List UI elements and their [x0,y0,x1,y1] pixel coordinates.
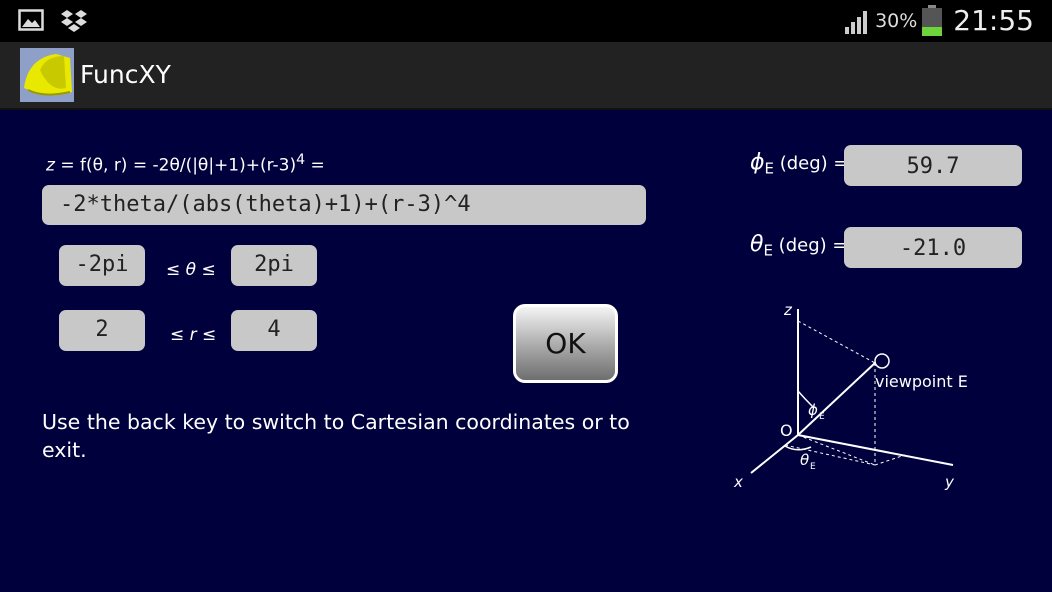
theta-unit: (deg) = [772,235,848,256]
phi-e-input[interactable]: 59.7 [844,145,1022,186]
status-bar: 30% 21:55 [0,0,1052,42]
origin-label: O [780,421,793,440]
formula-label-body: = f(θ, r) = -2θ/(|θ|+1)+(r-3) [54,155,297,176]
r-range-label: ≤ r ≤ [170,325,217,345]
signal-icon [845,10,868,34]
app-title: FuncXY [80,60,171,89]
phi-sub-label: E [819,412,825,422]
theta-symbol: θ [750,232,764,257]
phi-label: ϕ [808,401,818,419]
battery-icon [922,4,943,36]
theta-range-label: ≤ θ ≤ [166,260,216,280]
y-axis-label: y [944,473,955,491]
formula-label-tail: = [305,155,325,176]
theta-max-input[interactable]: 2pi [231,245,317,286]
r-max-input[interactable]: 4 [231,310,317,351]
theta-sub-label: E [810,462,816,472]
phi-unit: (deg) = [774,153,849,174]
theta-subscript: E [763,241,773,260]
formula-label: z = f(θ, r) = -2θ/(|θ|+1)+(r-3)4 = [46,152,325,176]
viewpoint-marker-icon [874,353,890,369]
instructions-text: Use the back key to switch to Cartesian … [42,410,630,462]
main-content: z = f(θ, r) = -2θ/(|θ|+1)+(r-3)4 = -2*th… [0,110,1052,592]
theta-label: θ [800,451,809,469]
battery-percent: 30% [875,9,918,32]
coordinate-diagram: z x y O viewpoint E ϕ E θ E [733,301,968,491]
formula-input[interactable]: -2*theta/(abs(theta)+1)+(r-3)^4 [42,185,646,225]
phi-symbol: ϕ [750,150,765,175]
dropbox-icon [61,10,87,32]
z-axis-label: z [783,301,793,319]
viewpoint-label: viewpoint E [875,372,968,391]
x-axis [750,434,799,474]
formula-label-lhs: z [46,155,55,176]
ok-button[interactable]: OK [513,304,618,383]
system-status: 30% 21:55 [843,4,1034,37]
clock: 21:55 [953,4,1034,37]
gallery-icon [18,9,44,31]
action-bar: FuncXY [0,42,1052,110]
formula-label-exponent: 4 [296,152,306,168]
theta-min-input[interactable]: -2pi [59,245,145,286]
phi-subscript: E [764,159,774,178]
theta-e-input[interactable]: -21.0 [844,227,1022,268]
viewpoint-ray [797,362,876,436]
notification-icons [18,9,88,33]
theta-e-label: θE (deg) = [750,232,847,260]
x-axis-label: x [733,473,743,491]
phi-e-label: ϕE (deg) = [750,150,849,178]
app-logo-icon[interactable] [20,48,74,102]
r-min-input[interactable]: 2 [59,310,145,351]
